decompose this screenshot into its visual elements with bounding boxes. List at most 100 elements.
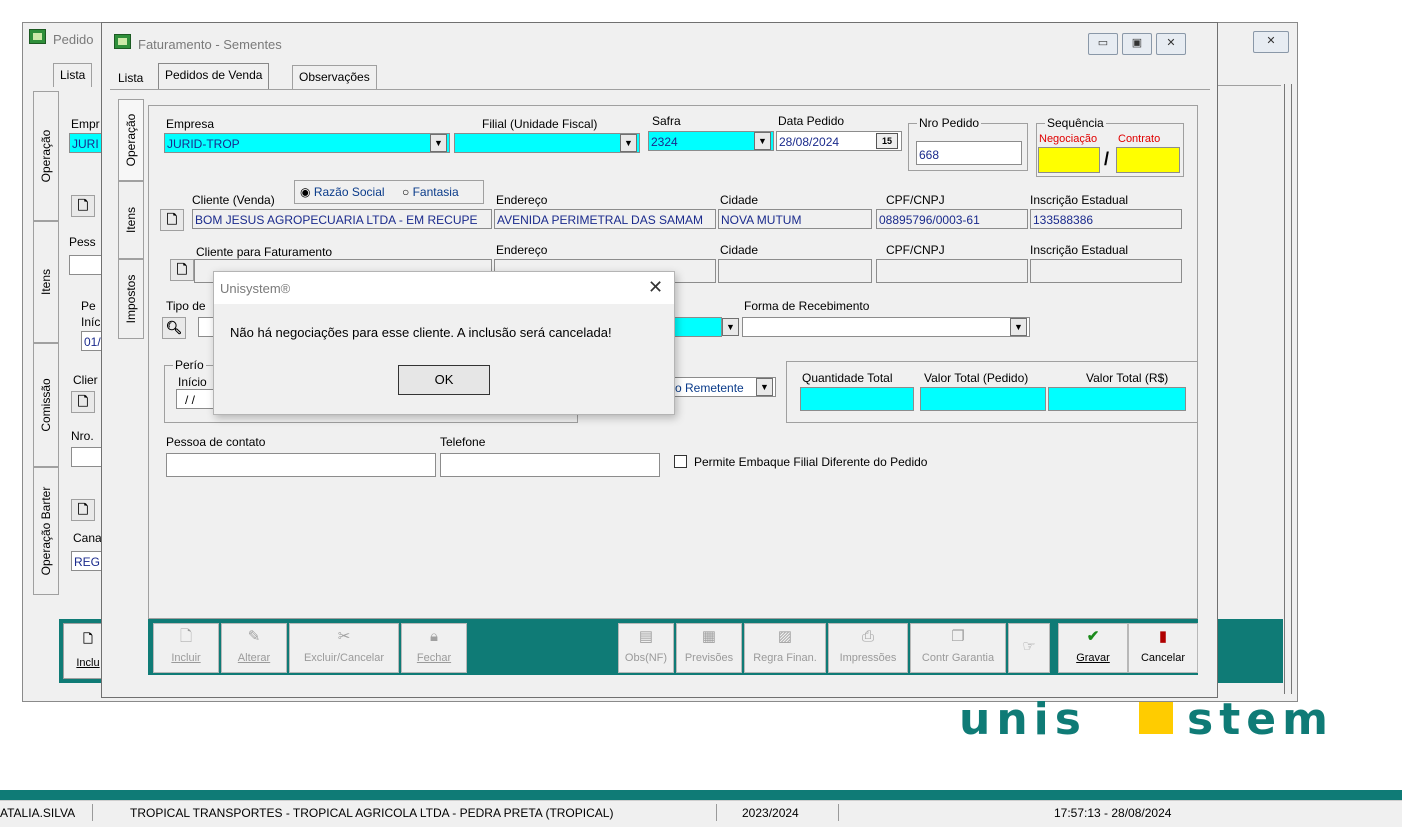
cliente-venda-doc-icon[interactable]: 🗋 — [160, 209, 184, 231]
svg-text:stem: stem — [1187, 700, 1334, 745]
delete-icon: ✂ — [337, 628, 351, 645]
qtd-total-label: Quantidade Total — [802, 371, 893, 385]
ie-fat-field[interactable] — [1030, 259, 1182, 283]
qtd-total-field[interactable] — [800, 387, 914, 411]
remetente-dropdown-icon[interactable]: ▼ — [756, 378, 773, 396]
gravar-button[interactable]: ✔ Gravar — [1058, 623, 1128, 673]
cpf-fat-field[interactable] — [876, 259, 1028, 283]
obs-nf-button[interactable]: ▤ Obs(NF) — [618, 623, 674, 673]
valor-pedido-field[interactable] — [920, 387, 1046, 411]
main-tab-strip-line — [110, 89, 1210, 90]
minimize-icon[interactable]: ▭ — [1088, 33, 1118, 55]
status-company: TROPICAL TRANSPORTES - TROPICAL AGRICOLA… — [130, 806, 614, 820]
endereco-field[interactable]: AVENIDA PERIMETRAL DAS SAMAM — [494, 209, 716, 229]
side-tab-operacao[interactable]: Operação — [118, 99, 144, 181]
unisystem-logo-svg: unis stem — [959, 694, 1334, 745]
edit-doc-icon: ✎ — [247, 628, 261, 645]
cancelar-button[interactable]: ▮ Cancelar — [1128, 623, 1198, 673]
lock-icon: 🔒︎ — [430, 628, 438, 645]
empresa-label: Empresa — [166, 117, 215, 131]
tab-lista[interactable]: Lista — [112, 67, 149, 89]
back-pessoa-label: Pess — [69, 235, 96, 249]
cliente-fat-doc-icon[interactable]: 🗋 — [170, 259, 194, 281]
message-dialog: Unisystem® ✕ Não há negociações para ess… — [213, 271, 675, 415]
cpf-label: CPF/CNPJ — [886, 193, 945, 207]
svg-text:unis: unis — [959, 700, 1087, 745]
telefone-field[interactable] — [440, 453, 660, 477]
dialog-message: Não há negociações para esse cliente. A … — [230, 325, 612, 340]
cidade-field[interactable]: NOVA MUTUM — [718, 209, 872, 229]
side-tab-itens[interactable]: Itens — [118, 181, 144, 259]
dialog-close-icon[interactable]: ✕ — [648, 277, 663, 298]
forma-recebimento-select[interactable] — [742, 317, 1030, 337]
calendar-icon[interactable]: 15 — [876, 133, 898, 149]
alterar-button[interactable]: ✎ Alterar — [221, 623, 287, 673]
status-sep-3 — [838, 804, 839, 821]
back-close-icon[interactable]: ✕ — [1253, 31, 1289, 53]
maximize-icon[interactable]: ▣ — [1122, 33, 1152, 55]
excluir-button[interactable]: ✂ Excluir/Cancelar — [289, 623, 399, 673]
nro-pedido-field[interactable]: 668 — [916, 141, 1022, 165]
contrato-label: Contrato — [1118, 133, 1161, 145]
cidade-fat-field[interactable] — [718, 259, 872, 283]
back-side-tab-itens[interactable]: Itens — [33, 221, 59, 343]
regra-finan-button[interactable]: ▨ Regra Finan. — [744, 623, 826, 673]
periodo-label: Perío — [173, 358, 206, 372]
safra-dropdown-icon[interactable]: ▼ — [754, 132, 771, 150]
incluir-button[interactable]: 🗋 Incluir — [153, 623, 219, 673]
tab-observacoes[interactable]: Observações — [292, 65, 377, 90]
back-inicio-label: Iníc — [81, 315, 101, 329]
new-doc-icon: 🗋 — [179, 628, 193, 645]
checkmark-icon: ✔ — [1086, 628, 1100, 645]
radio-fantasia[interactable]: ○ Fantasia — [402, 185, 459, 199]
unisystem-logo: unis stem — [955, 694, 1395, 760]
radio-unchecked-icon: ○ — [402, 185, 410, 199]
pessoa-contato-label: Pessoa de contato — [166, 435, 266, 449]
tipo-dropdown-icon[interactable]: ▼ — [722, 318, 739, 336]
tab-pedidos-venda[interactable]: Pedidos de Venda — [158, 63, 270, 90]
back-doc-icon-1[interactable]: 🗋 — [71, 195, 95, 217]
back-side-tab-barter[interactable]: Operação Barter — [33, 467, 59, 595]
tipo-search-icon[interactable]: 🔍︎ — [162, 317, 186, 339]
window-edge-lines — [1284, 84, 1292, 694]
permite-checkbox[interactable] — [674, 455, 687, 468]
back-doc-icon-3[interactable]: 🗋 — [71, 499, 95, 521]
empresa-dropdown-icon[interactable]: ▼ — [430, 134, 447, 152]
contrato-field[interactable] — [1116, 147, 1180, 173]
impressoes-button[interactable]: ⎙ Impressões — [828, 623, 908, 673]
ie-field[interactable]: 133588386 — [1030, 209, 1182, 229]
cpf-field[interactable]: 08895796/0003-61 — [876, 209, 1028, 229]
cliente-venda-field[interactable]: BOM JESUS AGROPECUARIA LTDA - EM RECUPE — [192, 209, 492, 229]
fechar-button[interactable]: 🔒︎ Fechar — [401, 623, 467, 673]
back-tab-lista[interactable]: Lista — [53, 63, 93, 87]
back-doc-icon-2[interactable]: 🗋 — [71, 391, 95, 413]
filial-select[interactable] — [454, 133, 640, 153]
status-user: ATALIA.SILVA — [0, 806, 76, 820]
negociacao-field[interactable] — [1038, 147, 1100, 173]
close-icon[interactable]: ✕ — [1156, 33, 1186, 55]
forma-recebimento-dropdown-icon[interactable]: ▼ — [1010, 318, 1027, 336]
valor-rs-field[interactable] — [1048, 387, 1186, 411]
cliente-fat-label: Cliente para Faturamento — [196, 245, 333, 259]
status-safra: 2023/2024 — [742, 806, 799, 820]
pointer-button[interactable]: ☞ — [1008, 623, 1050, 673]
pessoa-contato-field[interactable] — [166, 453, 436, 477]
telefone-label: Telefone — [440, 435, 486, 449]
previsoes-button[interactable]: ▦ Previsões — [676, 623, 742, 673]
cidade-fat-label: Cidade — [720, 243, 759, 257]
empresa-select[interactable]: JURID-TROP — [164, 133, 450, 153]
notes-icon: ▤ — [638, 628, 654, 645]
pointer-hand-icon: ☞ — [1022, 638, 1036, 655]
radio-razao-social[interactable]: ◉ Razão Social — [300, 185, 385, 199]
back-window-title: Pedido — [53, 32, 94, 47]
status-datetime: 17:57:13 - 28/08/2024 — [1054, 806, 1172, 820]
back-side-tab-operacao[interactable]: Operação — [33, 91, 59, 221]
filial-dropdown-icon[interactable]: ▼ — [620, 134, 637, 152]
main-app-icon — [114, 34, 131, 49]
contr-garantia-button[interactable]: ❐ Contr Garantia — [910, 623, 1006, 673]
side-tab-impostos[interactable]: Impostos — [118, 259, 144, 339]
dialog-ok-button[interactable]: OK — [398, 365, 490, 395]
cliente-venda-label: Cliente (Venda) — [192, 193, 275, 207]
back-side-tab-comissao[interactable]: Comissão — [33, 343, 59, 467]
back-cliente-label: Clier — [73, 373, 98, 387]
